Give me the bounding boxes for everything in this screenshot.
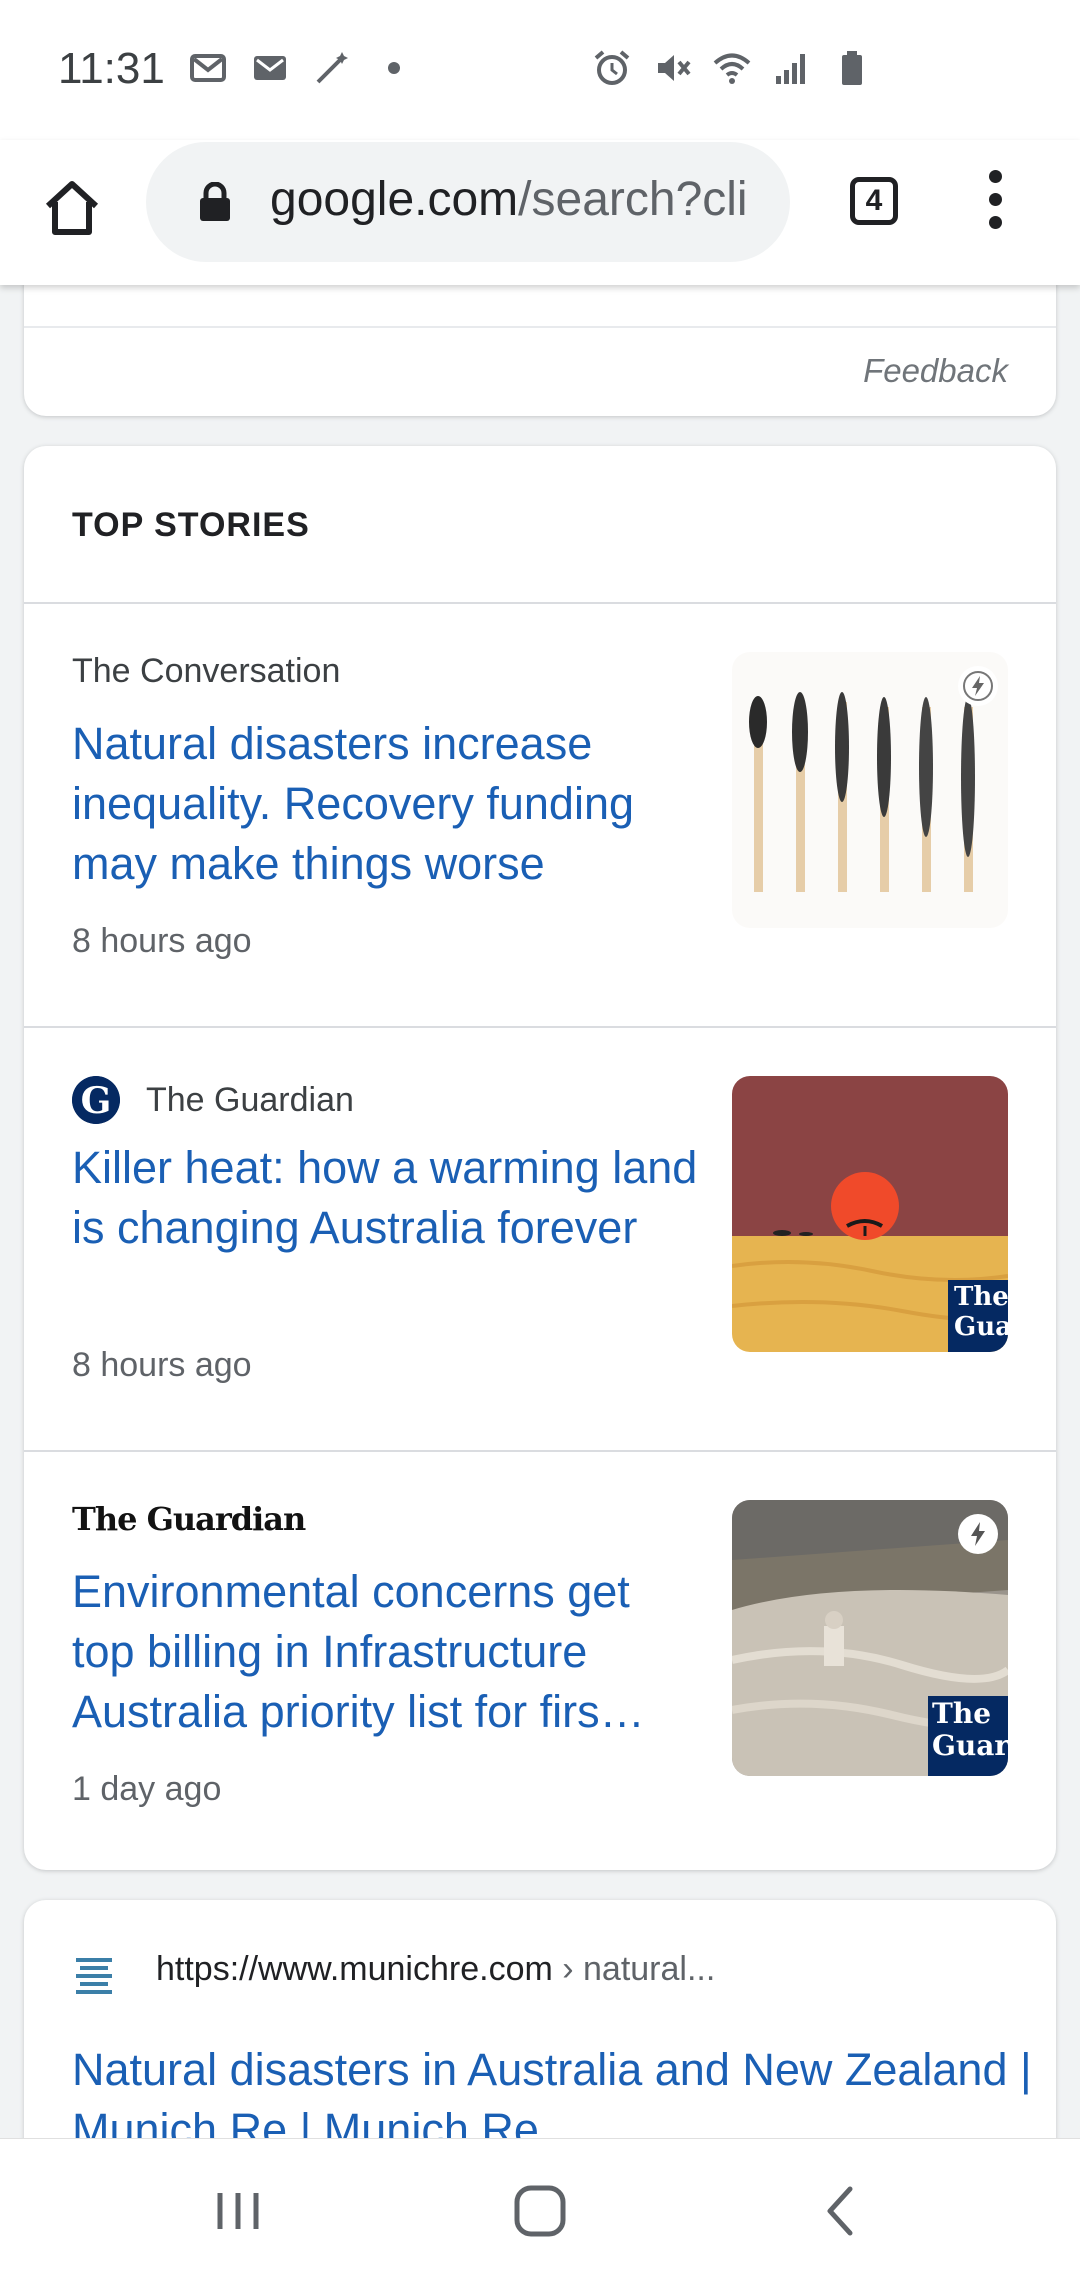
overflow-menu-icon[interactable] [980, 170, 1010, 240]
story-thumbnail[interactable]: The Gua [732, 1076, 1008, 1352]
tab-switcher-button[interactable]: 4 [850, 177, 898, 225]
source-name: The Guardian [146, 1080, 354, 1119]
signal-icon [776, 54, 805, 84]
lock-icon [200, 182, 230, 221]
mute-icon [658, 55, 691, 81]
url-text: google.com/search?cli [270, 172, 790, 227]
story-time: 8 hours ago [72, 1346, 252, 1384]
story-source: The Guardian [72, 1500, 306, 1538]
battery-icon [842, 51, 862, 85]
munichre-favicon [76, 1958, 112, 1994]
system-nav-bar [0, 2138, 1080, 2281]
url-path: /search?cli [518, 173, 748, 226]
amp-icon [958, 1514, 998, 1554]
mail-icon [190, 54, 226, 82]
story-title[interactable]: Killer heat: how a warming land is chang… [72, 1138, 702, 1258]
top-stories-card: TOP STORIES The Conversation Natural dis… [24, 446, 1056, 1870]
story-time: 8 hours ago [72, 922, 252, 960]
back-icon[interactable] [810, 2179, 874, 2243]
status-bar: 11:31 [0, 0, 1080, 140]
story-source: G The Guardian [72, 1076, 354, 1124]
feedback-link[interactable]: Feedback [863, 352, 1008, 390]
status-time: 11:31 [58, 44, 165, 93]
story-title[interactable]: Environmental concerns get top billing i… [72, 1562, 702, 1742]
url-host: google.com [270, 173, 519, 226]
story-thumbnail[interactable]: The Guard [732, 1500, 1008, 1776]
source-name: The Conversation [72, 652, 341, 690]
story-source: The Conversation [72, 652, 340, 691]
result-url: https://www.munichre.com › natural... [156, 1950, 715, 1989]
wifi-icon [713, 53, 751, 84]
guardian-wordmark: The Guardian [72, 1500, 306, 1538]
browser-toolbar: google.com/search?cli 4 [0, 140, 1080, 285]
home-nav-icon[interactable] [508, 2179, 572, 2243]
gmail-icon [254, 56, 286, 80]
top-stories-header: TOP STORIES [72, 506, 310, 544]
story-item[interactable]: The Conversation Natural disasters incre… [24, 604, 1056, 1026]
guardian-wordmark-overlay: The Guard [932, 1698, 1008, 1762]
story-item[interactable]: The Guardian Environmental concerns get … [24, 1452, 1056, 1874]
svg-text:G: G [81, 1080, 112, 1122]
amp-icon [958, 666, 998, 706]
recent-apps-icon[interactable] [206, 2179, 270, 2243]
story-title[interactable]: Natural disasters increase inequality. R… [72, 714, 702, 894]
result-domain: https://www.munichre.com [156, 1950, 553, 1988]
alarm-icon [594, 50, 630, 85]
divider [24, 326, 1056, 328]
dot-icon [388, 62, 400, 74]
story-time: 1 day ago [72, 1770, 222, 1808]
result-breadcrumb: › natural... [552, 1950, 716, 1988]
guardian-wordmark-overlay: The Gua [954, 1282, 1008, 1342]
story-thumbnail[interactable] [732, 652, 1008, 928]
url-bar[interactable]: google.com/search?cli [146, 142, 790, 262]
guardian-logo-icon: G [72, 1076, 120, 1124]
story-item[interactable]: G The Guardian Killer heat: how a warmin… [24, 1028, 1056, 1450]
magic-wand-icon [316, 52, 348, 84]
home-icon[interactable] [40, 176, 104, 240]
